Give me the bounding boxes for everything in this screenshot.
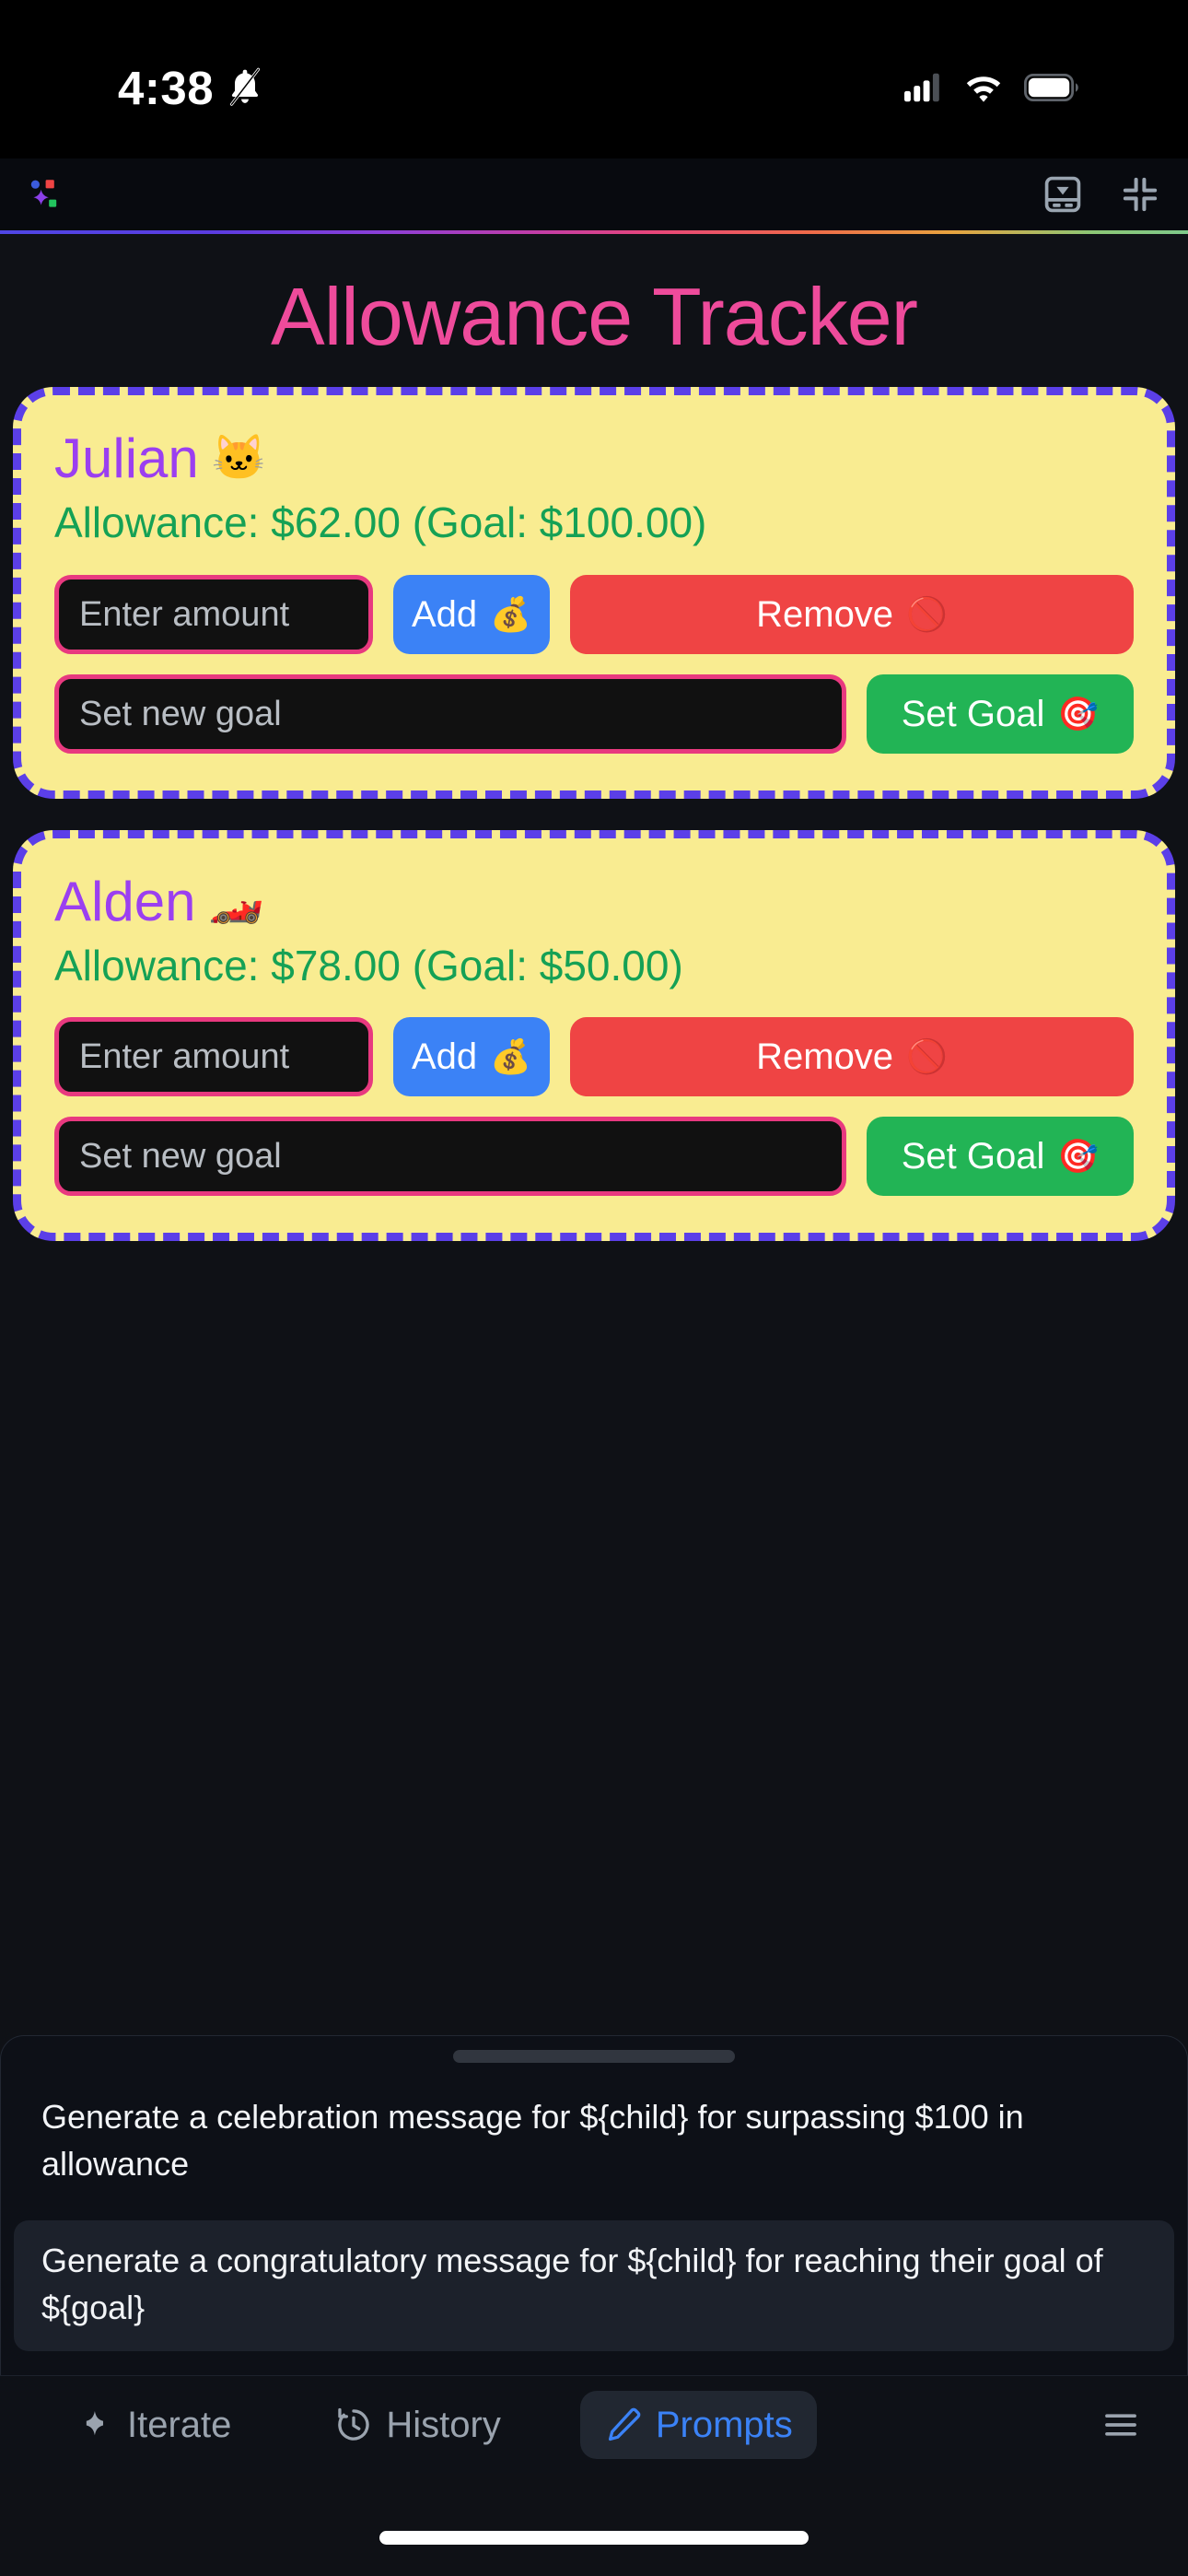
collapse-fullscreen-icon[interactable] [1120, 174, 1160, 215]
app-content: Allowance Tracker Julian 🐱 Allowance: $6… [0, 234, 1188, 2576]
add-button[interactable]: Add 💰 [393, 574, 550, 654]
sparkle-icon [86, 2410, 103, 2435]
prompt-list-item[interactable]: Generate a congratulatory message for ${… [14, 2219, 1174, 2351]
nav-items-group: Iterate History Prompts [52, 2390, 817, 2459]
add-button[interactable]: Add 💰 [393, 1016, 550, 1096]
money-bag-icon: 💰 [490, 1036, 531, 1075]
dock-panel-icon[interactable] [1042, 174, 1083, 215]
sheet-handle-area[interactable] [1, 2036, 1187, 2077]
tab-iterate[interactable]: Iterate [52, 2391, 255, 2459]
remove-button[interactable]: Remove 🚫 [570, 574, 1134, 654]
goal-action-row: Set new goal Set Goal 🎯 [54, 1116, 1134, 1196]
status-bar-right [904, 73, 1096, 102]
set-goal-button[interactable]: Set Goal 🎯 [867, 1116, 1134, 1196]
child-allowance-summary: Allowance: $62.00 (Goal: $100.00) [54, 498, 707, 547]
sheet-drag-handle[interactable] [453, 2049, 735, 2063]
sparkle-logo-icon [30, 180, 57, 207]
cellular-signal-icon [904, 73, 939, 102]
prohibited-icon: 🚫 [906, 1036, 948, 1075]
home-indicator [379, 2531, 809, 2545]
money-bag-icon: 💰 [490, 594, 531, 633]
child-name-row: Julian 🐱 [54, 427, 1134, 490]
add-button-label: Add [412, 1036, 478, 1077]
battery-icon [1024, 74, 1078, 101]
goal-action-row: Set new goal Set Goal 🎯 [54, 673, 1134, 754]
wifi-icon [966, 76, 1001, 102]
target-icon: 🎯 [1057, 694, 1100, 732]
child-card: Julian 🐱 Allowance: $62.00 (Goal: $100.0… [13, 387, 1175, 799]
goal-input[interactable]: Set new goal [54, 673, 846, 754]
status-bar: 4:38 [0, 0, 1188, 158]
tab-iterate-label: Iterate [127, 2404, 232, 2445]
goal-input[interactable]: Set new goal [54, 1116, 846, 1196]
target-icon: 🎯 [1057, 1136, 1100, 1175]
tab-prompts[interactable]: Prompts [579, 2390, 817, 2459]
toolbar-actions [1042, 174, 1160, 215]
remove-button-label: Remove [756, 593, 894, 635]
set-goal-button-label: Set Goal [901, 1135, 1045, 1177]
phone-screen: 4:38 Allowance Tracker Julian 🐱 Allowanc… [0, 0, 1188, 2576]
tab-history[interactable]: History [310, 2391, 524, 2459]
tab-history-label: History [386, 2404, 501, 2445]
pencil-icon [608, 2407, 641, 2441]
status-time: 4:38 [118, 61, 215, 114]
status-bar-left: 4:38 [0, 64, 263, 111]
children-cards-list: Julian 🐱 Allowance: $62.00 (Goal: $100.0… [0, 387, 1188, 1241]
add-button-label: Add [412, 593, 478, 635]
tab-prompts-label: Prompts [655, 2404, 793, 2445]
set-goal-button-label: Set Goal [901, 693, 1045, 734]
bottom-navigation-bar: Iterate History Prompts [0, 2375, 1188, 2473]
child-name: Julian [54, 427, 199, 490]
remove-button-label: Remove [756, 1036, 894, 1077]
app-toolbar [0, 158, 1188, 230]
prompts-bottom-sheet: Generate a celebration message for ${chi… [0, 2034, 1188, 2375]
remove-button[interactable]: Remove 🚫 [570, 1016, 1134, 1096]
amount-input[interactable]: Enter amount [54, 1016, 373, 1096]
racing-car-icon: 🏎️ [208, 876, 264, 926]
hamburger-menu-icon [1105, 2413, 1136, 2436]
amount-action-row: Enter amount Add 💰 Remove 🚫 [54, 574, 1134, 654]
child-card: Alden 🏎️ Allowance: $78.00 (Goal: $50.00… [13, 829, 1175, 1241]
prohibited-icon: 🚫 [906, 594, 948, 633]
child-name: Alden [54, 870, 196, 932]
set-goal-button[interactable]: Set Goal 🎯 [867, 673, 1134, 754]
menu-button[interactable] [1085, 2393, 1157, 2457]
child-name-row: Alden 🏎️ [54, 870, 1134, 933]
bell-slash-icon [229, 67, 261, 106]
cat-face-icon: 🐱 [211, 433, 267, 483]
child-allowance-summary: Allowance: $78.00 (Goal: $50.00) [54, 941, 683, 989]
clock-rewind-icon [338, 2407, 369, 2441]
prompt-list-item[interactable]: Generate a celebration message for ${chi… [14, 2077, 1174, 2207]
page-title: Allowance Tracker [271, 271, 918, 362]
amount-input[interactable]: Enter amount [54, 574, 373, 654]
amount-action-row: Enter amount Add 💰 Remove 🚫 [54, 1016, 1134, 1096]
